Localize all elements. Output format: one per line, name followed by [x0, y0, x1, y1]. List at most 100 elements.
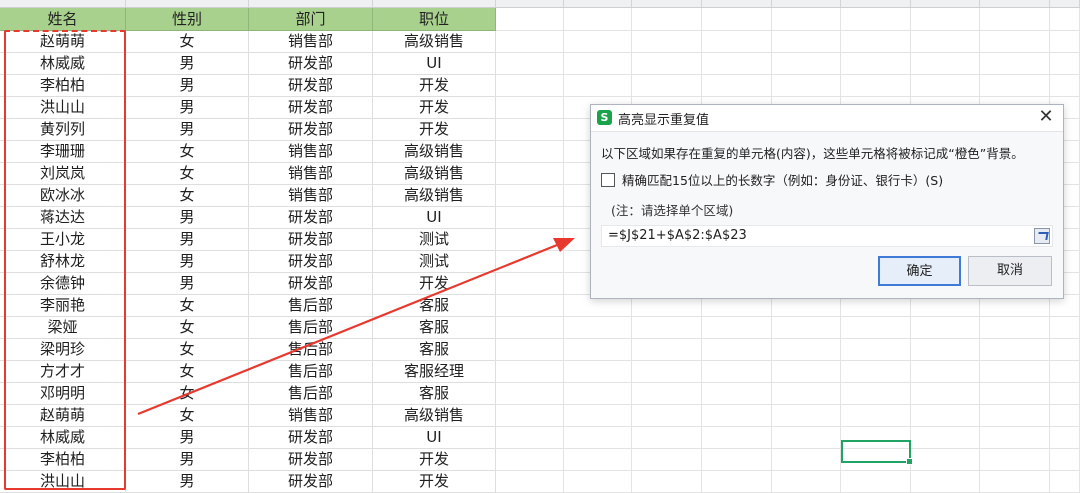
empty-cell[interactable] [702, 75, 772, 97]
empty-cell[interactable] [496, 53, 564, 75]
empty-cell[interactable] [496, 185, 564, 207]
empty-cell[interactable] [1050, 75, 1080, 97]
table-cell[interactable]: 男 [126, 97, 249, 119]
empty-cell[interactable] [911, 339, 980, 361]
empty-cell[interactable] [772, 405, 841, 427]
empty-cell[interactable] [841, 339, 911, 361]
empty-cell[interactable] [772, 361, 841, 383]
table-cell[interactable]: 销售部 [249, 163, 373, 185]
empty-cell[interactable] [632, 339, 702, 361]
column-header[interactable] [126, 0, 249, 8]
empty-cell[interactable] [564, 317, 632, 339]
table-cell[interactable]: 售后部 [249, 317, 373, 339]
empty-cell[interactable] [772, 449, 841, 471]
ok-button[interactable]: 确定 [878, 256, 961, 286]
table-header-cell[interactable]: 姓名 [0, 8, 126, 31]
cancel-button[interactable]: 取消 [968, 256, 1052, 286]
empty-cell[interactable] [911, 75, 980, 97]
empty-cell[interactable] [911, 317, 980, 339]
table-cell[interactable]: 男 [126, 53, 249, 75]
long-number-checkbox-row[interactable]: 精确匹配15位以上的长数字（例如：身份证、银行卡）(S) [601, 170, 943, 189]
empty-cell[interactable] [702, 405, 772, 427]
table-cell[interactable]: 女 [126, 31, 249, 53]
empty-cell[interactable] [772, 339, 841, 361]
column-header[interactable] [564, 0, 632, 8]
empty-cell[interactable] [496, 449, 564, 471]
empty-cell[interactable] [1050, 317, 1080, 339]
table-cell[interactable]: 客服 [373, 339, 496, 361]
empty-cell[interactable] [1050, 8, 1080, 31]
table-cell[interactable]: 测试 [373, 229, 496, 251]
empty-cell[interactable] [980, 383, 1050, 405]
empty-cell[interactable] [496, 97, 564, 119]
column-header[interactable] [632, 0, 702, 8]
empty-cell[interactable] [564, 383, 632, 405]
table-cell[interactable]: 舒林龙 [0, 251, 126, 273]
empty-cell[interactable] [772, 383, 841, 405]
empty-cell[interactable] [1050, 383, 1080, 405]
table-cell[interactable]: 销售部 [249, 405, 373, 427]
empty-cell[interactable] [702, 339, 772, 361]
empty-cell[interactable] [841, 75, 911, 97]
empty-cell[interactable] [632, 405, 702, 427]
range-input[interactable]: =$J$21+$A$2:$A$23 [601, 225, 1053, 247]
empty-cell[interactable] [702, 31, 772, 53]
table-cell[interactable]: 售后部 [249, 383, 373, 405]
table-header-cell[interactable]: 部门 [249, 8, 373, 31]
empty-cell[interactable] [980, 361, 1050, 383]
empty-cell[interactable] [841, 361, 911, 383]
table-cell[interactable]: 客服 [373, 317, 496, 339]
empty-cell[interactable] [632, 8, 702, 31]
table-cell[interactable]: 售后部 [249, 339, 373, 361]
table-cell[interactable]: UI [373, 207, 496, 229]
empty-cell[interactable] [496, 273, 564, 295]
table-cell[interactable]: 黄列列 [0, 119, 126, 141]
table-cell[interactable]: 林威威 [0, 53, 126, 75]
table-cell[interactable]: 余德钟 [0, 273, 126, 295]
table-header-cell[interactable]: 性别 [126, 8, 249, 31]
table-cell[interactable]: 梁明珍 [0, 339, 126, 361]
empty-cell[interactable] [1050, 427, 1080, 449]
empty-cell[interactable] [980, 427, 1050, 449]
empty-cell[interactable] [564, 471, 632, 493]
table-cell[interactable]: 男 [126, 471, 249, 493]
table-cell[interactable]: 研发部 [249, 207, 373, 229]
table-cell[interactable]: 高级销售 [373, 31, 496, 53]
empty-cell[interactable] [496, 317, 564, 339]
table-cell[interactable]: 开发 [373, 471, 496, 493]
close-icon[interactable]: ✕ [1035, 106, 1057, 128]
table-cell[interactable]: 女 [126, 185, 249, 207]
empty-cell[interactable] [496, 361, 564, 383]
empty-cell[interactable] [911, 383, 980, 405]
table-cell[interactable]: 研发部 [249, 119, 373, 141]
long-number-checkbox[interactable] [601, 173, 615, 187]
empty-cell[interactable] [632, 317, 702, 339]
empty-cell[interactable] [564, 361, 632, 383]
empty-cell[interactable] [980, 471, 1050, 493]
table-cell[interactable]: 高级销售 [373, 185, 496, 207]
dialog-titlebar[interactable]: S 高亮显示重复值 ✕ [591, 105, 1063, 132]
table-cell[interactable]: 男 [126, 119, 249, 141]
table-cell[interactable]: 研发部 [249, 427, 373, 449]
empty-cell[interactable] [772, 31, 841, 53]
column-header[interactable] [841, 0, 911, 8]
table-cell[interactable]: 欧冰冰 [0, 185, 126, 207]
empty-cell[interactable] [1050, 405, 1080, 427]
empty-cell[interactable] [911, 31, 980, 53]
table-cell[interactable]: 开发 [373, 273, 496, 295]
empty-cell[interactable] [911, 405, 980, 427]
empty-cell[interactable] [496, 163, 564, 185]
table-cell[interactable]: 男 [126, 229, 249, 251]
empty-cell[interactable] [980, 31, 1050, 53]
table-cell[interactable]: 高级销售 [373, 163, 496, 185]
empty-cell[interactable] [632, 427, 702, 449]
table-cell[interactable]: 男 [126, 273, 249, 295]
table-cell[interactable]: 蒋达达 [0, 207, 126, 229]
empty-cell[interactable] [980, 449, 1050, 471]
empty-cell[interactable] [980, 317, 1050, 339]
table-cell[interactable]: 测试 [373, 251, 496, 273]
table-cell[interactable]: 女 [126, 141, 249, 163]
empty-cell[interactable] [772, 53, 841, 75]
empty-cell[interactable] [496, 75, 564, 97]
empty-cell[interactable] [980, 405, 1050, 427]
